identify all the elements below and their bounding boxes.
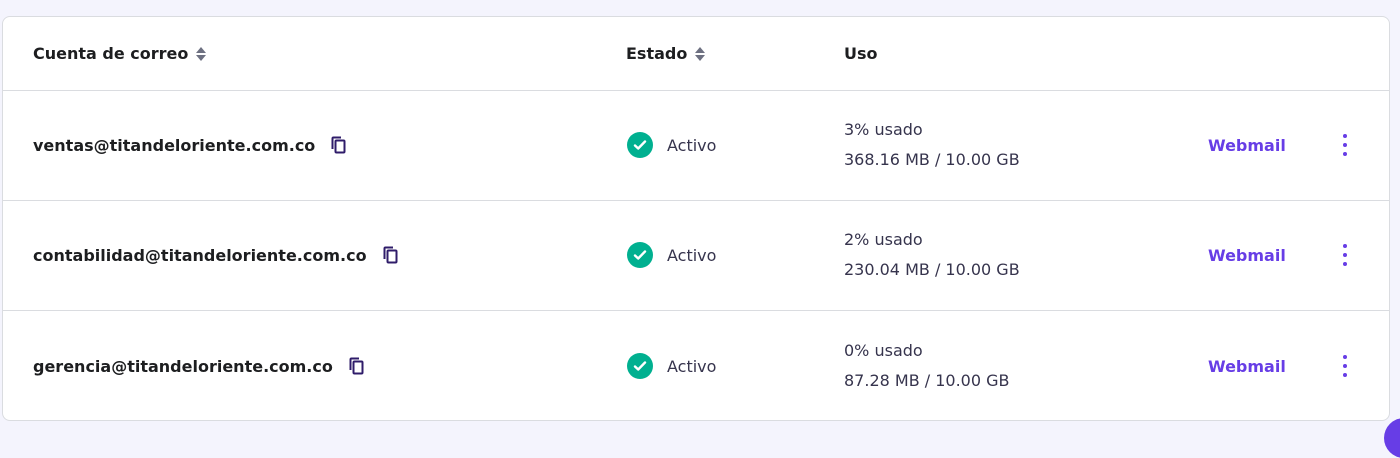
email-accounts-table: Cuenta de correo Estado Uso ventas@titan…	[2, 16, 1390, 421]
usage-percent: 0% usado	[844, 341, 923, 360]
webmail-link[interactable]: Webmail	[1208, 311, 1286, 420]
table-row: ventas@titandeloriente.com.co Activo 3% …	[3, 90, 1389, 201]
email-address: ventas@titandeloriente.com.co	[33, 135, 316, 155]
status-label: Activo	[667, 135, 717, 155]
status-cell: Activo	[627, 90, 716, 200]
table-row: contabilidad@titandeloriente.com.co Acti…	[3, 200, 1389, 311]
table-header: Cuenta de correo Estado Uso	[3, 17, 1389, 91]
table-row: gerencia@titandeloriente.com.co Activo 0…	[3, 311, 1389, 420]
more-vertical-icon[interactable]	[1335, 311, 1355, 420]
status-label: Activo	[667, 356, 717, 376]
copy-icon[interactable]	[347, 356, 367, 376]
column-header-account[interactable]: Cuenta de correo	[33, 17, 207, 90]
email-cell: contabilidad@titandeloriente.com.co	[33, 200, 401, 310]
column-header-status[interactable]: Estado	[626, 17, 706, 90]
check-circle-icon	[627, 242, 653, 268]
help-chat-button[interactable]	[1384, 418, 1400, 458]
usage-amount: 368.16 MB / 10.00 GB	[844, 150, 1020, 169]
usage-amount: 230.04 MB / 10.00 GB	[844, 260, 1020, 279]
column-header-status-label: Estado	[626, 44, 688, 63]
usage-percent: 3% usado	[844, 120, 923, 139]
check-circle-icon	[627, 132, 653, 158]
webmail-link[interactable]: Webmail	[1208, 90, 1286, 200]
usage-percent: 2% usado	[844, 230, 923, 249]
copy-icon[interactable]	[329, 135, 349, 155]
copy-icon[interactable]	[381, 245, 401, 265]
column-header-usage: Uso	[844, 17, 878, 90]
status-cell: Activo	[627, 200, 716, 310]
usage-cell: 0% usado 87.28 MB / 10.00 GB	[844, 311, 1010, 420]
usage-amount: 87.28 MB / 10.00 GB	[844, 371, 1010, 390]
column-header-account-label: Cuenta de correo	[33, 44, 189, 63]
status-cell: Activo	[627, 311, 717, 420]
usage-cell: 3% usado 368.16 MB / 10.00 GB	[844, 90, 1020, 200]
email-cell: ventas@titandeloriente.com.co	[33, 90, 349, 200]
sort-icon[interactable]	[196, 46, 207, 62]
more-vertical-icon[interactable]	[1335, 200, 1355, 310]
sort-icon[interactable]	[695, 46, 706, 62]
status-label: Activo	[667, 245, 717, 265]
more-vertical-icon[interactable]	[1335, 90, 1355, 200]
usage-cell: 2% usado 230.04 MB / 10.00 GB	[844, 200, 1020, 310]
email-address: gerencia@titandeloriente.com.co	[33, 356, 333, 376]
email-cell: gerencia@titandeloriente.com.co	[33, 311, 367, 420]
webmail-link[interactable]: Webmail	[1208, 200, 1286, 310]
column-header-usage-label: Uso	[844, 44, 878, 63]
check-circle-icon	[627, 353, 653, 379]
email-address: contabilidad@titandeloriente.com.co	[33, 245, 367, 265]
